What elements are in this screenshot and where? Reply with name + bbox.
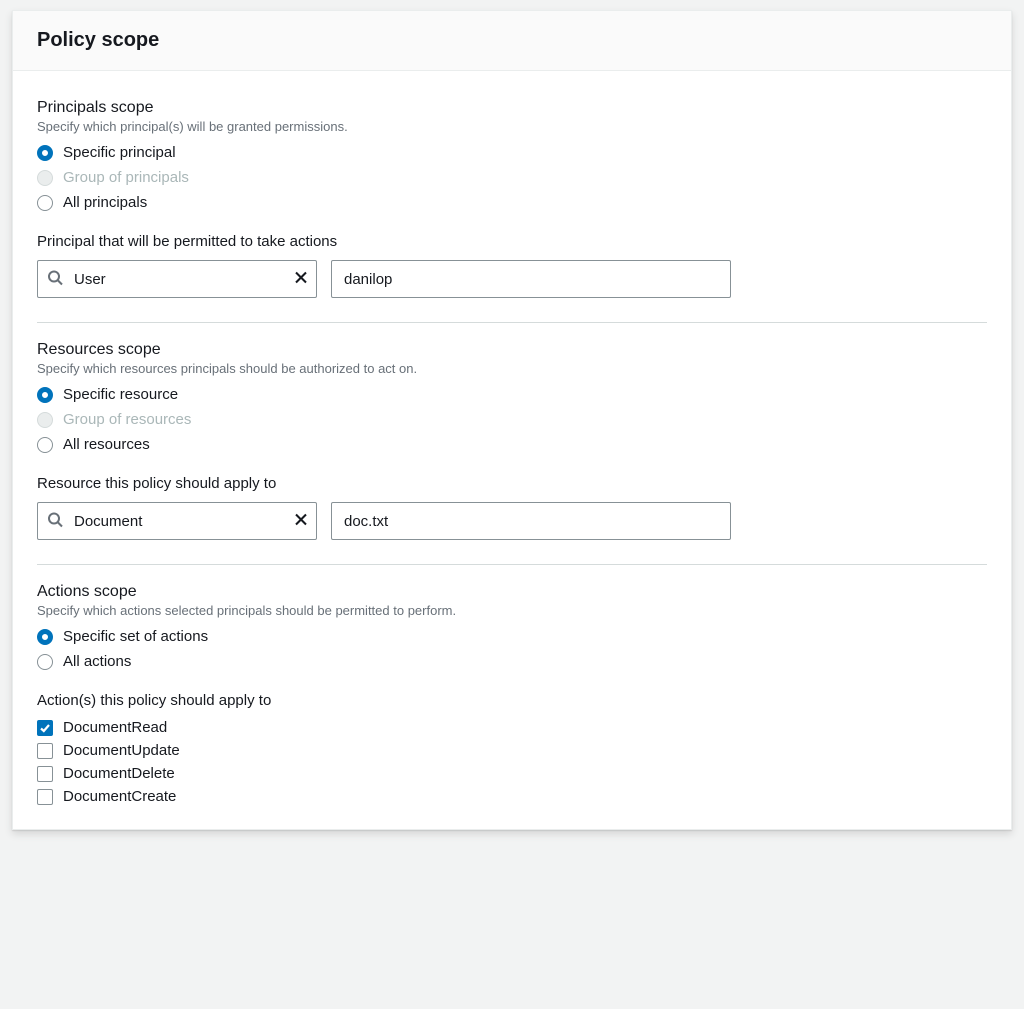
checkbox-documentdelete[interactable]: DocumentDelete — [37, 765, 987, 782]
principals-desc: Specify which principal(s) will be grant… — [37, 119, 987, 134]
radio-icon — [37, 387, 53, 403]
radio-icon — [37, 412, 53, 428]
radio-label: Specific resource — [63, 386, 178, 403]
radio-icon — [37, 195, 53, 211]
actions-checkbox-group: DocumentRead DocumentUpdate DocumentDele… — [37, 719, 987, 805]
actions-desc: Specify which actions selected principal… — [37, 603, 987, 618]
checkbox-label: DocumentDelete — [63, 765, 175, 782]
actions-radio-group: Specific set of actions All actions — [37, 628, 987, 670]
principals-radio-group: Specific principal Group of principals A… — [37, 144, 987, 211]
radio-icon — [37, 654, 53, 670]
resources-radio-group: Specific resource Group of resources All… — [37, 386, 987, 453]
checkbox-icon — [37, 720, 53, 736]
checkbox-label: DocumentRead — [63, 719, 167, 736]
actions-title: Actions scope — [37, 583, 987, 601]
radio-label: All resources — [63, 436, 150, 453]
principals-title: Principals scope — [37, 99, 987, 117]
radio-icon — [37, 629, 53, 645]
radio-specific-resource[interactable]: Specific resource — [37, 386, 987, 403]
principals-section: Principals scope Specify which principal… — [37, 81, 987, 323]
card-body: Principals scope Specify which principal… — [13, 71, 1011, 829]
checkbox-icon — [37, 789, 53, 805]
principal-input-row — [37, 260, 987, 298]
principal-type-input[interactable] — [37, 260, 317, 298]
resource-name-input[interactable] — [331, 502, 731, 540]
radio-label: Group of principals — [63, 169, 189, 186]
resource-input-row — [37, 502, 987, 540]
checkbox-documentread[interactable]: DocumentRead — [37, 719, 987, 736]
radio-group-of-principals: Group of principals — [37, 169, 987, 186]
actions-field-label: Action(s) this policy should apply to — [37, 692, 987, 709]
radio-icon — [37, 145, 53, 161]
resource-field-label: Resource this policy should apply to — [37, 475, 987, 492]
policy-scope-card: Policy scope Principals scope Specify wh… — [12, 10, 1012, 830]
checkbox-label: DocumentCreate — [63, 788, 176, 805]
radio-all-actions[interactable]: All actions — [37, 653, 987, 670]
resources-section: Resources scope Specify which resources … — [37, 323, 987, 565]
card-header: Policy scope — [13, 11, 1011, 71]
resources-desc: Specify which resources principals shoul… — [37, 361, 987, 376]
actions-section: Actions scope Specify which actions sele… — [37, 565, 987, 805]
radio-specific-principal[interactable]: Specific principal — [37, 144, 987, 161]
close-icon[interactable] — [293, 270, 309, 289]
radio-all-resources[interactable]: All resources — [37, 436, 987, 453]
radio-label: Specific set of actions — [63, 628, 208, 645]
principal-field-label: Principal that will be permitted to take… — [37, 233, 987, 250]
radio-icon — [37, 170, 53, 186]
page-title: Policy scope — [37, 29, 987, 52]
radio-specific-actions[interactable]: Specific set of actions — [37, 628, 987, 645]
resource-type-input[interactable] — [37, 502, 317, 540]
radio-label: Group of resources — [63, 411, 191, 428]
checkbox-icon — [37, 766, 53, 782]
checkbox-documentupdate[interactable]: DocumentUpdate — [37, 742, 987, 759]
radio-group-of-resources: Group of resources — [37, 411, 987, 428]
checkbox-label: DocumentUpdate — [63, 742, 180, 759]
principal-type-input-wrapper — [37, 260, 317, 298]
resource-type-input-wrapper — [37, 502, 317, 540]
close-icon[interactable] — [293, 512, 309, 531]
checkbox-icon — [37, 743, 53, 759]
principal-name-input[interactable] — [331, 260, 731, 298]
radio-label: Specific principal — [63, 144, 176, 161]
resources-title: Resources scope — [37, 341, 987, 359]
radio-icon — [37, 437, 53, 453]
radio-label: All actions — [63, 653, 131, 670]
checkbox-documentcreate[interactable]: DocumentCreate — [37, 788, 987, 805]
radio-all-principals[interactable]: All principals — [37, 194, 987, 211]
radio-label: All principals — [63, 194, 147, 211]
